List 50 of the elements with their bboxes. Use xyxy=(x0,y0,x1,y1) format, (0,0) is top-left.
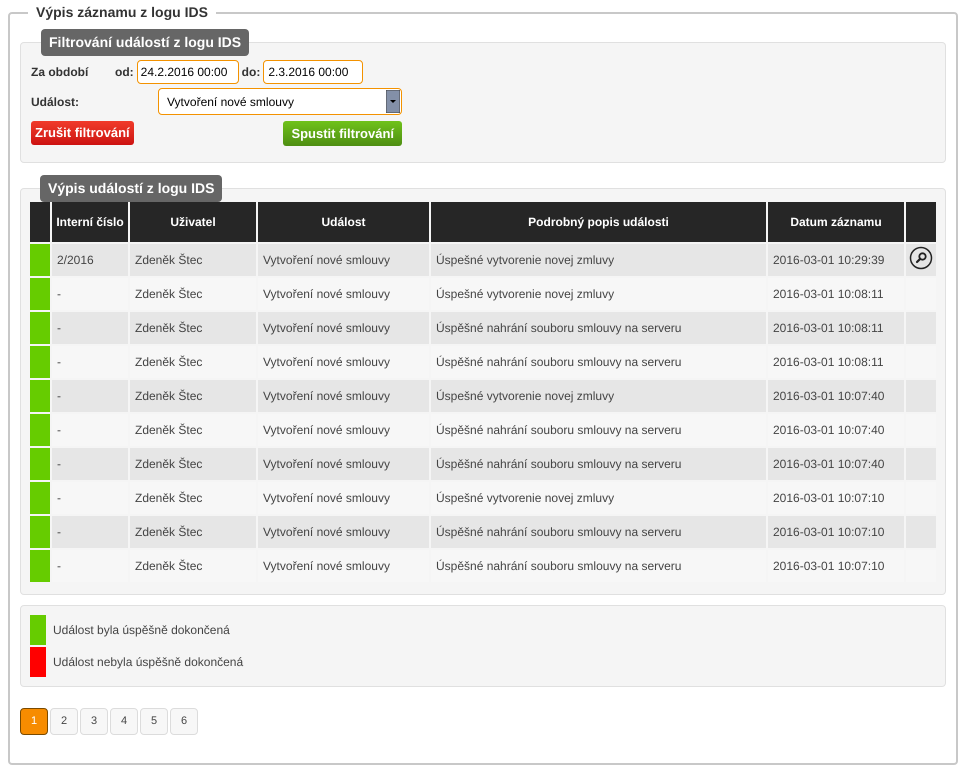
section-title: Výpis událostí z logu IDS xyxy=(40,175,222,202)
table-cell: Úspešné vytvorenie novej zmluvy xyxy=(431,244,766,276)
table-cell: Úspešné vytvorenie novej zmluvy xyxy=(431,380,766,412)
table-cell: Úspěšné nahrání souboru smlouvy na serveru xyxy=(431,516,766,548)
table-cell: - xyxy=(52,312,128,344)
panel-title: Výpis záznamu z logu IDS xyxy=(35,3,209,22)
table-cell: 2016-03-01 10:07:40 xyxy=(768,380,904,412)
column-header: Datum záznamu xyxy=(768,202,904,242)
legend-label: Událost byla úspěšně dokončená xyxy=(53,622,230,639)
table-cell: Úspěšné nahrání souboru smlouvy na serveru xyxy=(431,312,766,344)
page-button[interactable]: 3 xyxy=(80,708,108,735)
date-to-field[interactable]: 2.3.2016 00:00 xyxy=(263,60,364,84)
table-cell: Zdeněk Štec xyxy=(130,312,256,344)
table-cell: Úspěšné nahrání souboru smlouvy na serveru xyxy=(431,448,766,480)
cancel-filter-button[interactable]: Zrušit filtrování xyxy=(31,121,134,145)
table-cell: 2016-03-01 10:07:10 xyxy=(768,516,904,548)
page-button[interactable]: 4 xyxy=(110,708,138,735)
column-header: Interní číslo xyxy=(52,202,128,242)
table-cell: 2016-03-01 10:29:39 xyxy=(768,244,904,276)
table-cell: Zdeněk Štec xyxy=(130,380,256,412)
column-header: Uživatel xyxy=(130,202,256,242)
table-cell: Vytvoření nové smlouvy xyxy=(258,380,429,412)
table-cell: Zdeněk Štec xyxy=(130,244,256,276)
date-from-field[interactable]: 24.2.2016 00:00 xyxy=(136,60,239,84)
to-label: do: xyxy=(242,64,260,81)
table-cell: Vytvoření nové smlouvy xyxy=(258,312,429,344)
page-button[interactable]: 5 xyxy=(140,708,168,735)
section-title: Filtrování událostí z logu IDS xyxy=(41,29,250,56)
column-header: Událost xyxy=(258,202,429,242)
table-cell: Zdeněk Štec xyxy=(130,516,256,548)
search-icon[interactable] xyxy=(909,246,933,270)
table-cell: Vytvoření nové smlouvy xyxy=(258,516,429,548)
dropdown-arrow-icon[interactable] xyxy=(386,90,400,113)
period-label: Za období xyxy=(31,64,90,81)
table-cell: 2016-03-01 10:08:11 xyxy=(768,312,904,344)
table-cell: Vytvoření nové smlouvy xyxy=(258,244,429,276)
page-button[interactable]: 2 xyxy=(50,708,78,735)
table-cell: Zdeněk Štec xyxy=(130,448,256,480)
event-label: Událost: xyxy=(31,94,80,110)
from-label: od: xyxy=(115,64,134,81)
column-header: Podrobný popis události xyxy=(431,202,766,242)
table-cell: Vytvoření nové smlouvy xyxy=(258,448,429,480)
table-cell: 2016-03-01 10:07:40 xyxy=(768,448,904,480)
event-select[interactable]: Vytvoření nové smlouvy xyxy=(158,88,402,115)
legend-label: Událost nebyla úspěšně dokončená xyxy=(53,654,244,671)
page-button[interactable]: 6 xyxy=(170,708,198,735)
table-cell: - xyxy=(52,448,128,480)
table-cell: - xyxy=(52,516,128,548)
table-cell: 2/2016 xyxy=(52,244,128,276)
table-cell: - xyxy=(52,380,128,412)
